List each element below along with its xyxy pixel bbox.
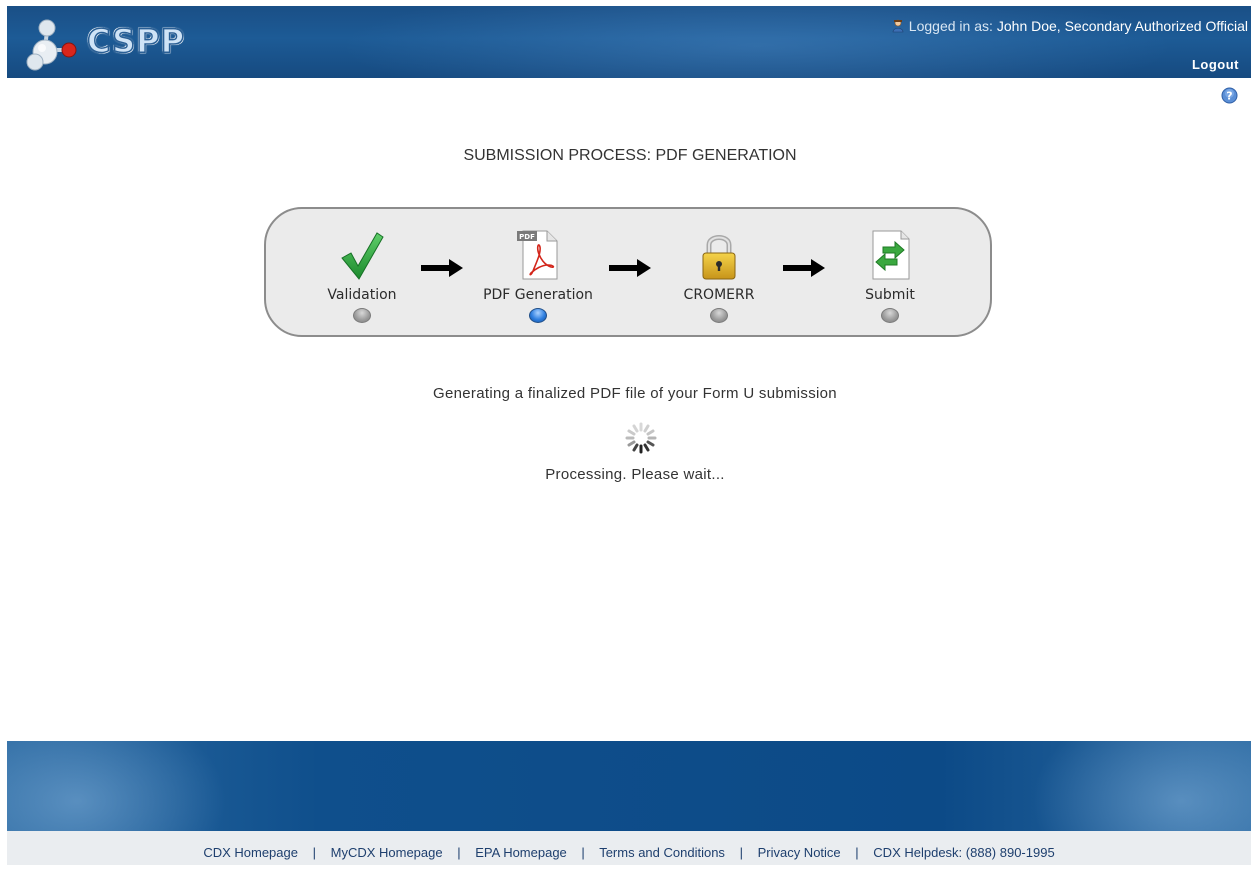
footer-link-privacy[interactable]: Privacy Notice: [758, 845, 841, 860]
step-label: PDF Generation: [483, 287, 593, 303]
footer-separator: |: [457, 845, 461, 860]
footer-banner: [7, 741, 1251, 831]
logout-link[interactable]: Logout: [1192, 57, 1239, 72]
arrow-right-icon: [421, 259, 463, 277]
step-status-dot-active: [529, 308, 547, 323]
submit-document-icon: [872, 230, 910, 280]
arrow-right-icon: [783, 259, 825, 277]
footer-separator: |: [312, 845, 316, 860]
step-status-dot: [710, 308, 728, 323]
footer-link-helpdesk[interactable]: CDX Helpdesk: (888) 890-1995: [873, 845, 1054, 860]
page-title: SUBMISSION PROCESS: PDF GENERATION: [463, 147, 797, 164]
footer-link-terms[interactable]: Terms and Conditions: [599, 845, 725, 860]
header-bar: CSPP Logged in as: John Doe, Secondary A…: [7, 6, 1251, 78]
footer-link-cdx-homepage[interactable]: CDX Homepage: [203, 845, 298, 860]
footer-links: CDX Homepage | MyCDX Homepage | EPA Home…: [7, 831, 1251, 865]
cspp-logo[interactable]: CSPP: [25, 12, 195, 72]
step-status-dot: [353, 308, 371, 323]
svg-text:?: ?: [1226, 90, 1232, 103]
padlock-icon: [702, 235, 736, 280]
user-name: John Doe, Secondary Authorized Official: [996, 18, 1248, 34]
step-pdf-generation: PDF PDF Generation: [468, 223, 608, 323]
login-status: Logged in as: John Doe, Secondary Author…: [891, 18, 1248, 34]
submission-progress-panel: Validation PDF PDF Generation CROMERR Su…: [264, 207, 992, 337]
step-submit: Submit: [820, 223, 960, 323]
step-cromerr: CROMERR: [649, 223, 789, 323]
step-status-dot: [881, 308, 899, 323]
footer-separator: |: [855, 845, 859, 860]
user-icon: [892, 19, 904, 33]
step-validation: Validation: [292, 223, 432, 323]
logo-text: CSPP: [86, 21, 186, 61]
footer-link-epa-homepage[interactable]: EPA Homepage: [475, 845, 567, 860]
checkmark-icon: [341, 232, 384, 280]
step-label: Validation: [327, 287, 397, 303]
arrow-right-icon: [609, 259, 651, 277]
molecule-logo-icon: [26, 19, 77, 71]
pdf-document-icon: PDF: [517, 230, 558, 280]
processing-text: Processing. Please wait...: [545, 466, 725, 483]
footer-separator: |: [739, 845, 743, 860]
svg-text:PDF: PDF: [519, 233, 535, 241]
step-label: CROMERR: [683, 287, 755, 303]
status-message: Generating a finalized PDF file of your …: [433, 385, 837, 402]
logged-in-label: Logged in as:: [908, 18, 993, 34]
footer-separator: |: [581, 845, 585, 860]
footer-link-mycdx-homepage[interactable]: MyCDX Homepage: [331, 845, 443, 860]
loading-spinner-icon: [625, 422, 657, 454]
help-icon[interactable]: ?: [1221, 87, 1238, 104]
step-label: Submit: [865, 287, 915, 303]
